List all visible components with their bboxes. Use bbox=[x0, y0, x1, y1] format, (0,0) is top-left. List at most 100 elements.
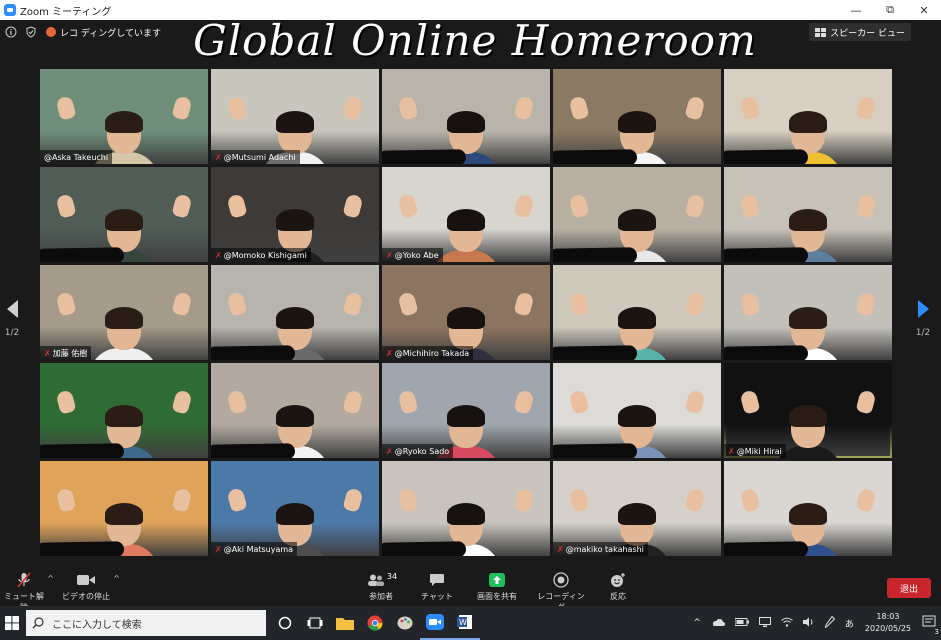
meeting-controls: ミュート解除 ^ ビデオの停止 ^ 34 参加者 チャット 画面を共有 レコーデ… bbox=[0, 568, 941, 612]
paint-app[interactable] bbox=[390, 606, 420, 640]
banner-title: Global Online Homeroom bbox=[193, 16, 757, 65]
leave-button[interactable]: 退出 bbox=[887, 578, 931, 598]
chrome-app[interactable] bbox=[360, 606, 390, 640]
video-tile[interactable]: ✗ 加藤 佑樹 bbox=[40, 265, 208, 360]
shield-icon[interactable] bbox=[22, 23, 40, 41]
video-tile[interactable]: ✗ @Yoko Abe bbox=[382, 167, 550, 262]
redacted-name-mark bbox=[211, 443, 296, 458]
redacted-name-mark bbox=[40, 541, 125, 556]
participant-name: 加藤 佑樹 bbox=[52, 348, 88, 358]
redacted-name-mark bbox=[40, 443, 125, 458]
participants-button[interactable]: 34 参加者 bbox=[364, 572, 398, 602]
maximize-button[interactable]: ⧉ bbox=[873, 3, 907, 17]
muted-mic-icon: ✗ bbox=[215, 250, 222, 260]
taskbar-clock[interactable]: 18:03 2020/05/25 bbox=[865, 611, 911, 635]
volume-icon[interactable] bbox=[802, 617, 815, 630]
video-tile[interactable] bbox=[553, 265, 721, 360]
display-icon[interactable] bbox=[758, 616, 771, 630]
participant-name: @Michihiro Takada bbox=[394, 348, 470, 358]
next-page-button[interactable]: 1/2 bbox=[911, 300, 935, 338]
video-tile[interactable]: ✗ @makiko takahashi bbox=[553, 461, 721, 556]
muted-mic-icon: ✗ bbox=[386, 250, 393, 260]
video-tile[interactable] bbox=[40, 167, 208, 262]
video-tile[interactable] bbox=[553, 167, 721, 262]
video-tile[interactable] bbox=[724, 265, 892, 360]
action-center-button[interactable]: 3 bbox=[922, 615, 939, 636]
cortana-button[interactable] bbox=[270, 606, 300, 640]
video-tile[interactable] bbox=[724, 167, 892, 262]
participant-name: @Aki Matsuyama bbox=[223, 544, 294, 554]
video-tile[interactable] bbox=[40, 461, 208, 556]
zoom-icon bbox=[426, 614, 444, 630]
participant-name-label: ✗ @Miki Hirai bbox=[724, 444, 786, 458]
redacted-name-mark bbox=[724, 345, 809, 360]
participants-label: 参加者 bbox=[369, 592, 393, 601]
chat-label: チャット bbox=[421, 592, 453, 601]
video-tile[interactable]: ✗ @Aki Matsuyama bbox=[211, 461, 379, 556]
chat-button[interactable]: チャット bbox=[420, 572, 454, 602]
video-tile[interactable] bbox=[382, 69, 550, 164]
arrow-left-icon bbox=[6, 300, 18, 318]
participant-name: @makiko takahashi bbox=[565, 544, 644, 554]
video-tile[interactable] bbox=[40, 363, 208, 458]
video-tile[interactable] bbox=[211, 363, 379, 458]
mute-caret-icon[interactable]: ^ bbox=[47, 574, 54, 583]
redacted-name-mark bbox=[553, 247, 638, 262]
participant-name-label: ✗ @makiko takahashi bbox=[553, 542, 648, 556]
word-app[interactable]: W bbox=[450, 606, 480, 640]
video-tile[interactable]: ✗ @Ryoko Sado bbox=[382, 363, 550, 458]
video-tile[interactable]: @Aska Takeuchi bbox=[40, 69, 208, 164]
windows-taskbar: ここに入力して検索 W ^ あ 18:03 2020/05/25 3 bbox=[0, 606, 941, 640]
minimize-button[interactable]: — bbox=[839, 4, 873, 17]
start-button[interactable] bbox=[0, 606, 24, 640]
ime-indicator[interactable]: あ bbox=[845, 617, 854, 630]
stop-video-button[interactable]: ビデオの停止 ^ bbox=[62, 572, 120, 602]
recording-icon bbox=[46, 27, 56, 37]
video-tile[interactable]: ✗ @Michihiro Takada bbox=[382, 265, 550, 360]
video-caret-icon[interactable]: ^ bbox=[113, 574, 120, 583]
participant-video bbox=[773, 405, 843, 458]
file-explorer-app[interactable] bbox=[330, 606, 360, 640]
cortana-ring-icon bbox=[278, 616, 292, 630]
video-tile[interactable] bbox=[382, 461, 550, 556]
muted-mic-icon: ✗ bbox=[215, 152, 222, 162]
participant-name: @Ryoko Sado bbox=[394, 446, 450, 456]
info-icon[interactable] bbox=[2, 23, 20, 41]
speaker-view-button[interactable]: スピーカー ビュー bbox=[809, 23, 911, 41]
redacted-name-mark bbox=[724, 541, 809, 556]
muted-mic-icon bbox=[4, 572, 44, 588]
video-tile[interactable] bbox=[553, 363, 721, 458]
participant-count-badge: 34 bbox=[386, 571, 398, 581]
video-tile[interactable]: ✗ @Momoko Kishigami bbox=[211, 167, 379, 262]
share-label: 画面を共有 bbox=[477, 592, 517, 601]
video-tile[interactable]: ✗ @Miki Hirai bbox=[724, 363, 892, 458]
participant-name: @Aska Takeuchi bbox=[44, 152, 109, 162]
video-gallery: @Aska Takeuchi ✗ @Mutsumi Adachi ✗ @Momoko K… bbox=[40, 69, 893, 558]
share-screen-button[interactable]: 画面を共有 bbox=[474, 572, 520, 602]
redacted-name-mark bbox=[382, 149, 467, 164]
video-tile[interactable]: ✗ @Mutsumi Adachi bbox=[211, 69, 379, 164]
show-hidden-icons-icon[interactable]: ^ bbox=[693, 618, 701, 628]
task-view-button[interactable] bbox=[300, 606, 330, 640]
battery-icon[interactable] bbox=[734, 617, 749, 629]
taskbar-search-input[interactable]: ここに入力して検索 bbox=[26, 610, 266, 636]
chat-bubble-icon bbox=[420, 572, 454, 588]
video-tile[interactable] bbox=[553, 69, 721, 164]
close-button[interactable]: ✕ bbox=[907, 4, 941, 17]
redacted-name-mark bbox=[553, 443, 638, 458]
previous-page-button[interactable]: 1/2 bbox=[0, 300, 24, 338]
record-icon bbox=[536, 572, 586, 588]
onedrive-icon[interactable] bbox=[711, 617, 725, 629]
window-title: Zoom ミーティング bbox=[20, 6, 112, 18]
video-tile[interactable] bbox=[724, 461, 892, 556]
reactions-button[interactable]: 反応 bbox=[604, 572, 632, 602]
participant-name-label: ✗ @Aki Matsuyama bbox=[211, 542, 298, 556]
arrow-right-icon bbox=[917, 300, 929, 318]
muted-mic-icon: ✗ bbox=[386, 348, 393, 358]
wifi-icon[interactable] bbox=[781, 617, 793, 630]
pen-icon[interactable] bbox=[824, 615, 836, 631]
video-tile[interactable] bbox=[211, 265, 379, 360]
zoom-app[interactable] bbox=[420, 606, 450, 640]
video-tile[interactable] bbox=[724, 69, 892, 164]
speaker-view-label: スピーカー ビュー bbox=[830, 28, 905, 39]
